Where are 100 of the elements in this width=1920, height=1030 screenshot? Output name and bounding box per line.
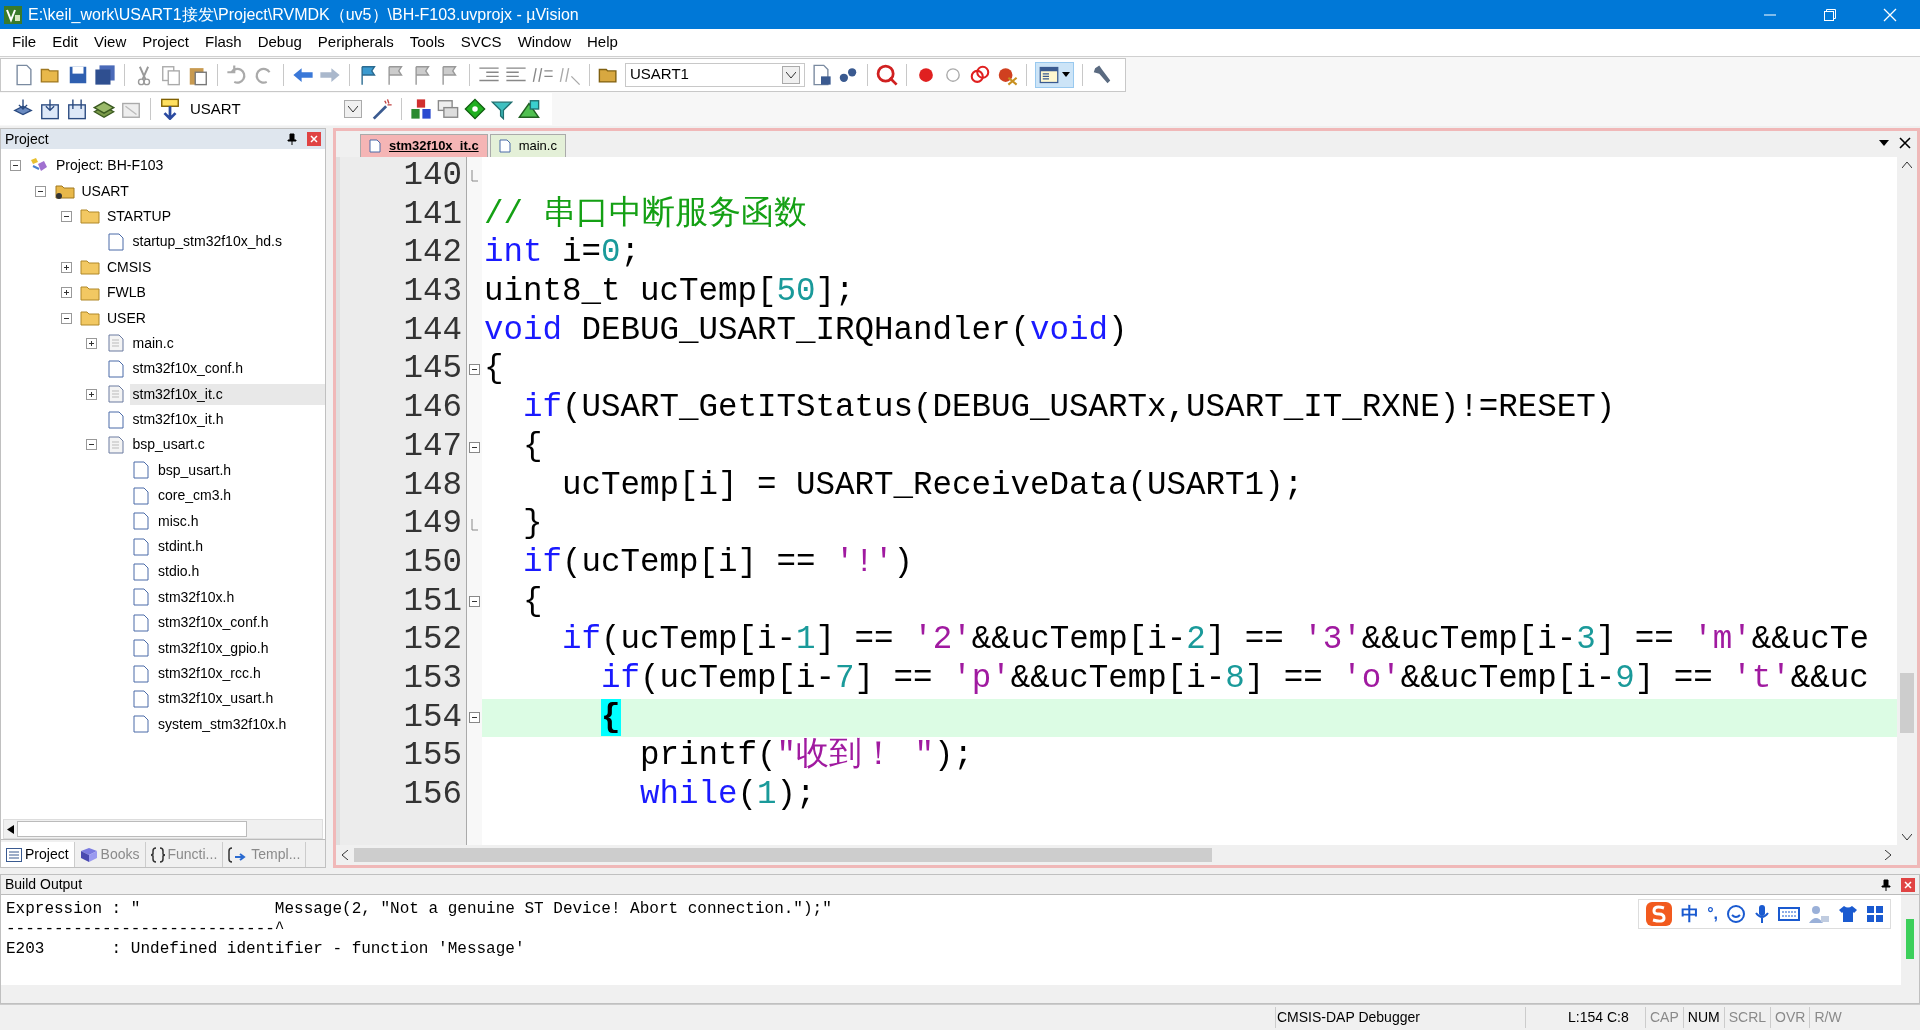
dropdown-value: USART: [190, 98, 241, 119]
file-icon: [133, 588, 149, 607]
file-icon: [133, 689, 149, 708]
app-logo-icon: [4, 5, 22, 24]
dropdown-icon: [348, 106, 358, 112]
download-icon[interactable]: [159, 98, 181, 120]
editor-tab[interactable]: stm32f10x_it.c: [360, 134, 488, 157]
expand-icon[interactable]: [60, 261, 72, 273]
magic-wand-icon[interactable]: [371, 98, 393, 120]
vertical-scrollbar[interactable]: [1901, 895, 1919, 985]
status-indicator: R/W: [1809, 1007, 1846, 1028]
wrench-icon[interactable]: [1091, 63, 1113, 86]
scrollbar-thumb[interactable]: [1906, 919, 1914, 959]
scroll-left-icon[interactable]: [7, 824, 14, 834]
grid-icon[interactable]: [1866, 905, 1884, 923]
menu-item[interactable]: SVCS: [452, 31, 510, 54]
window-layout-button[interactable]: [1035, 61, 1074, 88]
editor-tab[interactable]: main.c: [489, 134, 566, 157]
scrollbar-thumb[interactable]: [17, 821, 247, 837]
menu-item[interactable]: Flash: [196, 31, 250, 54]
code-line: while(1);: [639, 776, 816, 815]
output-line: ----------------------------^: [6, 919, 285, 939]
microphone-icon[interactable]: [1754, 904, 1770, 924]
ime-logo-icon[interactable]: [1645, 901, 1674, 927]
funnel-icon[interactable]: [491, 98, 513, 120]
expand-icon[interactable]: [86, 337, 97, 349]
smiley-icon[interactable]: [1726, 904, 1746, 924]
build-icon[interactable]: [39, 98, 61, 120]
code-line: ucTemp[i] = USART_ReceiveData(USART1);: [561, 466, 1304, 506]
close-icon: [1883, 7, 1897, 22]
close-icon[interactable]: [1899, 137, 1911, 149]
packs-icon[interactable]: [518, 98, 540, 120]
tree-item[interactable]: stm32f10x_it.c: [129, 383, 325, 405]
horizontal-scrollbar[interactable]: [336, 845, 1917, 865]
file-icon: [133, 562, 149, 581]
manage-components-icon[interactable]: [810, 63, 832, 86]
file-icon: [133, 639, 149, 658]
file-icon: [133, 715, 149, 734]
list-icon: [6, 847, 22, 862]
scrollbar-thumb[interactable]: [1900, 673, 1914, 733]
menu-item[interactable]: Help: [579, 31, 626, 54]
line-number: 147: [403, 427, 462, 467]
collapse-icon[interactable]: [469, 364, 480, 376]
file-icon: [107, 410, 124, 429]
line-number: 144: [403, 311, 462, 351]
horizontal-scrollbar[interactable]: [1, 985, 1919, 1003]
window-icon: [1039, 65, 1059, 84]
collapse-icon[interactable]: [9, 160, 21, 172]
dropdown-icon[interactable]: [1879, 140, 1889, 146]
scroll-up-icon[interactable]: [1902, 162, 1912, 168]
pin-icon[interactable]: [1881, 878, 1891, 891]
collapse-icon[interactable]: [60, 210, 72, 222]
collapse-icon[interactable]: [469, 441, 480, 453]
expand-icon[interactable]: [60, 287, 72, 299]
minimize-icon: [1764, 13, 1776, 16]
diamond-icon[interactable]: [464, 98, 486, 120]
target-dropdown[interactable]: USART1: [625, 62, 805, 87]
menu-item[interactable]: Edit: [44, 31, 87, 54]
menu-item[interactable]: Peripherals: [309, 31, 402, 54]
collapse-icon[interactable]: [60, 312, 72, 324]
menu-item[interactable]: View: [86, 31, 135, 54]
expand-icon[interactable]: [86, 388, 97, 400]
code-line: void DEBUG_USART_IRQHandler(void): [483, 311, 1128, 351]
rings-icon[interactable]: [969, 63, 991, 86]
file-icon: [133, 461, 149, 480]
input-mode-toggle[interactable]: 中: [1681, 900, 1700, 928]
line-number: 150: [403, 543, 462, 583]
scroll-left-icon[interactable]: [342, 850, 348, 860]
panel-title: Project: [5, 129, 49, 149]
menu-item[interactable]: Tools: [401, 31, 453, 54]
save-all-icon[interactable]: [94, 63, 116, 86]
keyboard-icon[interactable]: [1778, 906, 1800, 922]
code-line: uint8_t ucTemp[50];: [483, 273, 855, 312]
menu-item[interactable]: File: [4, 31, 45, 54]
pin-icon[interactable]: [287, 133, 297, 145]
punctuation-toggle[interactable]: °,: [1707, 902, 1718, 926]
new-file-icon[interactable]: [13, 63, 35, 86]
collapse-icon[interactable]: [469, 712, 480, 724]
line-number: 154: [403, 698, 462, 738]
horizontal-scrollbar[interactable]: [3, 819, 323, 839]
menu-item[interactable]: Project: [134, 31, 197, 54]
scrollbar-thumb[interactable]: [354, 848, 1212, 862]
shirt-icon[interactable]: [1838, 904, 1858, 924]
rebuild-icon[interactable]: [66, 98, 88, 120]
collapse-icon[interactable]: [469, 596, 480, 608]
folder-icon: [54, 182, 75, 201]
braces-icon: [150, 846, 165, 863]
collapse-icon[interactable]: [86, 439, 97, 451]
scroll-down-icon[interactable]: [1902, 834, 1912, 840]
dropdown-icon: [786, 71, 796, 78]
debug-icon[interactable]: [876, 63, 898, 86]
collapse-icon[interactable]: [35, 185, 46, 197]
windows-icon[interactable]: [437, 98, 459, 120]
window-title: E:\keil_work\USART1接发\Project\RVMDK（uv5）\BH-F103.uvprojx - µVision: [28, 4, 579, 25]
book-icon: [79, 846, 98, 863]
scroll-right-icon[interactable]: [1885, 850, 1891, 860]
panel-tab[interactable]: Project: [1, 842, 75, 867]
menu-item[interactable]: Window: [509, 31, 579, 54]
menu-item[interactable]: Debug: [249, 31, 310, 54]
blocks-icon[interactable]: [410, 98, 432, 120]
